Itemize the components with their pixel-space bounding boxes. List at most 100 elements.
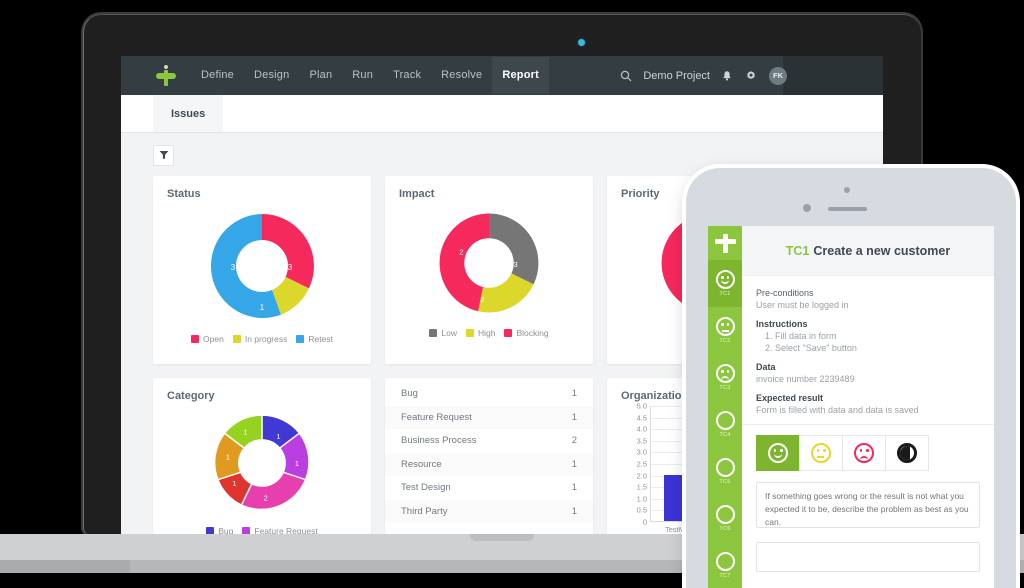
donut-value-high: 2 bbox=[480, 295, 484, 304]
card-title-impact: Impact bbox=[399, 188, 579, 200]
legend-item[interactable]: High bbox=[466, 328, 495, 338]
empty-circle-icon bbox=[716, 458, 735, 477]
list-item-label: Third Party bbox=[401, 506, 447, 517]
legend-label: High bbox=[478, 328, 495, 338]
y-axis-tick: 2.5 bbox=[621, 460, 647, 469]
sidebar-item-tc1[interactable]: TC1 bbox=[708, 260, 742, 307]
preconditions-text: User must be logged in bbox=[756, 300, 980, 310]
tab-issues[interactable]: Issues bbox=[153, 95, 223, 132]
donut-value-resource: 1 bbox=[232, 479, 236, 488]
legend-item[interactable]: Blocking bbox=[504, 328, 548, 338]
legend-swatch-icon bbox=[466, 329, 474, 337]
list-item[interactable]: Third Party 1 bbox=[385, 500, 593, 524]
legend-swatch-icon bbox=[206, 527, 214, 534]
empty-circle-icon bbox=[716, 411, 735, 430]
list-item[interactable]: Test Design1 bbox=[385, 476, 593, 500]
sidebar-item-tc2[interactable]: TC2 bbox=[708, 307, 742, 354]
sad-face-icon bbox=[854, 443, 874, 463]
list-item[interactable]: Feature Request 1 bbox=[385, 406, 593, 430]
divider bbox=[742, 424, 994, 425]
sidebar-item-label: TC3 bbox=[719, 385, 730, 391]
laptop-webcam-icon bbox=[578, 39, 585, 46]
card-status: Status 3 1 bbox=[153, 176, 371, 364]
legend-label: Open bbox=[203, 334, 224, 344]
list-item-count: 1 bbox=[572, 412, 577, 423]
app-logo-icon[interactable] bbox=[153, 65, 179, 87]
laptop-foot bbox=[0, 560, 130, 573]
problem-description-input[interactable] bbox=[756, 482, 980, 528]
mood-button-group bbox=[756, 435, 980, 471]
legend-item[interactable]: Feature Request bbox=[242, 526, 317, 534]
donut-value-open: 3 bbox=[288, 263, 293, 272]
neutral-face-icon bbox=[811, 443, 831, 463]
card-title-status: Status bbox=[167, 188, 357, 200]
nav-item-define[interactable]: Define bbox=[191, 57, 244, 94]
laptop-base-notch bbox=[470, 534, 534, 541]
legend-label: Retest bbox=[308, 334, 333, 344]
sidebar-item-label: TC1 bbox=[719, 291, 730, 297]
legend-item[interactable]: Low bbox=[429, 328, 457, 338]
legend-item[interactable]: Retest bbox=[296, 334, 333, 344]
instruction-step: Fill data in form bbox=[775, 331, 980, 341]
nav-item-run[interactable]: Run bbox=[342, 57, 383, 94]
nav-item-plan[interactable]: Plan bbox=[299, 57, 342, 94]
legend-label: Low bbox=[441, 328, 457, 338]
half-circle-icon bbox=[897, 443, 917, 463]
donut-value-third-party: 1 bbox=[243, 428, 247, 437]
smiley-icon bbox=[768, 443, 788, 463]
list-item[interactable]: Business Process2 bbox=[385, 429, 593, 453]
legend-swatch-icon bbox=[429, 329, 437, 337]
mood-neutral-button[interactable] bbox=[799, 435, 843, 471]
project-name[interactable]: Demo Project bbox=[643, 70, 710, 82]
phone-sensor-icon bbox=[803, 204, 811, 212]
legend-item[interactable]: Bug bbox=[206, 526, 233, 534]
search-icon[interactable] bbox=[620, 70, 632, 82]
sidebar-item-tc5[interactable]: TC5 bbox=[708, 448, 742, 495]
app-logo-icon[interactable] bbox=[708, 226, 742, 260]
gear-icon[interactable] bbox=[745, 69, 758, 82]
sidebar-item-tc6[interactable]: TC6 bbox=[708, 495, 742, 542]
list-item-count: 1 bbox=[572, 506, 577, 517]
sidebar-item-tc4[interactable]: TC4 bbox=[708, 401, 742, 448]
filter-button[interactable] bbox=[153, 145, 174, 166]
testcase-header: TC1 Create a new customer bbox=[742, 226, 994, 276]
donut-impact: 3 2 2 bbox=[399, 204, 579, 322]
mood-fail-button[interactable] bbox=[842, 435, 886, 471]
avatar[interactable]: FK bbox=[769, 67, 787, 85]
nav-item-resolve[interactable]: Resolve bbox=[431, 57, 492, 94]
bell-icon[interactable] bbox=[721, 69, 734, 82]
y-axis-tick: 2.0 bbox=[621, 471, 647, 480]
sidebar-item-tc7[interactable]: TC7 bbox=[708, 542, 742, 588]
legend-label: Blocking bbox=[516, 328, 548, 338]
neutral-face-icon bbox=[716, 317, 735, 336]
mood-pass-button[interactable] bbox=[756, 435, 800, 471]
legend-item[interactable]: In progress bbox=[233, 334, 288, 344]
donut-status: 3 1 3 bbox=[167, 204, 357, 328]
sidebar-item-tc3[interactable]: TC3 bbox=[708, 354, 742, 401]
legend-item[interactable]: Open bbox=[191, 334, 224, 344]
legend-swatch-icon bbox=[504, 329, 512, 337]
app-nav-bar: Define Design Plan Run Track Resolve Rep… bbox=[121, 56, 883, 95]
nav-item-report[interactable]: Report bbox=[492, 57, 549, 94]
legend-swatch-icon bbox=[233, 335, 241, 343]
list-item-label: Feature Request bbox=[401, 412, 472, 423]
donut-value-test-design: 1 bbox=[226, 452, 230, 461]
preconditions-heading: Pre-conditions bbox=[756, 288, 980, 298]
testcase-code: TC1 bbox=[786, 244, 810, 258]
mood-skip-button[interactable] bbox=[885, 435, 929, 471]
nav-right-group: Demo Project FK bbox=[620, 67, 883, 85]
y-axis-tick: 0 bbox=[621, 518, 647, 527]
sidebar-item-label: TC7 bbox=[719, 573, 730, 579]
legend-status: Open In progress Retest bbox=[167, 334, 357, 344]
nav-item-track[interactable]: Track bbox=[383, 57, 431, 94]
secondary-input-field[interactable] bbox=[756, 542, 980, 572]
list-item[interactable]: Bug1 bbox=[385, 382, 593, 406]
nav-item-design[interactable]: Design bbox=[244, 57, 299, 94]
donut-value-blocking: 2 bbox=[459, 247, 463, 256]
donut-value-inprogress: 1 bbox=[260, 303, 265, 312]
filter-icon bbox=[159, 147, 169, 165]
testcase-sidebar: TC1 TC2 TC3 TC4 TC5 TC6 bbox=[708, 226, 742, 588]
list-item[interactable]: Resource1 bbox=[385, 453, 593, 477]
card-category: Category bbox=[153, 378, 371, 534]
y-axis-tick: 0.5 bbox=[621, 506, 647, 515]
